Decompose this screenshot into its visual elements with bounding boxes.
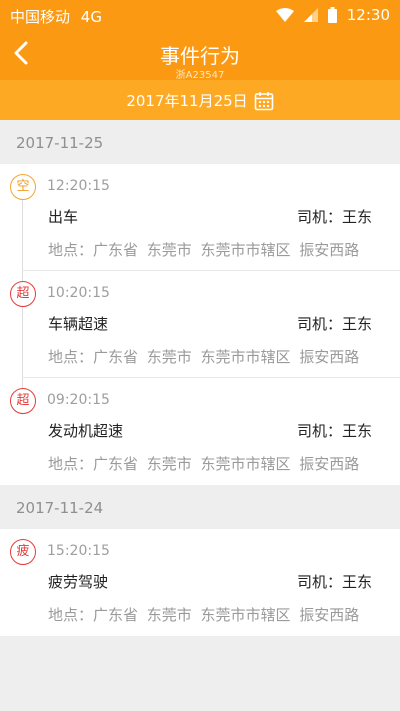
network-label: 4G: [80, 8, 102, 26]
status-left: 中国移动 4G: [10, 6, 102, 27]
battery-icon: [327, 7, 337, 23]
calendar-icon[interactable]: [254, 91, 274, 111]
page-title: 事件行为: [160, 44, 240, 68]
plate-number: 浙A23547: [175, 70, 225, 81]
event-type: 车辆超速: [48, 315, 109, 333]
event-driver: 司机：王东: [296, 208, 372, 226]
event-badge: 超: [10, 388, 36, 414]
clock-label: 12:30: [346, 6, 390, 24]
event-time: 09:20:15: [47, 392, 110, 408]
status-right: 12:30: [275, 6, 390, 24]
wifi-icon: [275, 8, 294, 22]
event-location: 地点：广东省 东莞市 东莞市市辖区 振安西路: [48, 606, 360, 624]
event-time: 15:20:15: [47, 543, 110, 559]
event-time: 12:20:15: [47, 178, 110, 194]
event-driver: 司机：王东: [296, 573, 372, 591]
event-driver: 司机：王东: [296, 315, 372, 333]
event-badge: 空: [10, 174, 36, 200]
event-location: 地点：广东省 东莞市 东莞市市辖区 振安西路: [48, 241, 360, 259]
event-list: 2017-11-25 空 12:20:15 出车 司机：王东 地点：广东省 东莞…: [0, 120, 400, 711]
group-date: 2017-11-24: [0, 485, 400, 529]
event-time: 10:20:15: [47, 285, 110, 301]
signal-icon: [303, 8, 318, 22]
date-selector-content: 2017年11月25日: [0, 90, 400, 111]
event-item[interactable]: 空 12:20:15 出车 司机：王东 地点：广东省 东莞市 东莞市市辖区 振安…: [0, 164, 400, 271]
group-date: 2017-11-25: [0, 120, 400, 164]
event-type: 出车: [48, 208, 79, 226]
date-selector[interactable]: 2017年11月25日: [0, 80, 400, 120]
event-badge: 疲: [10, 539, 36, 565]
selected-date: 2017年11月25日: [126, 92, 248, 110]
event-item[interactable]: 超 10:20:15 车辆超速 司机：王东 地点：广东省 东莞市 东莞市市辖区 …: [0, 271, 400, 378]
event-location: 地点：广东省 东莞市 东莞市市辖区 振安西路: [48, 455, 360, 473]
event-type: 疲劳驾驶: [48, 573, 109, 591]
event-location: 地点：广东省 东莞市 东莞市市辖区 振安西路: [48, 348, 360, 366]
carrier-label: 中国移动: [10, 8, 71, 26]
event-item[interactable]: 疲 15:20:15 疲劳驾驶 司机：王东 地点：广东省 东莞市 东莞市市辖区 …: [0, 529, 400, 636]
event-badge: 超: [10, 281, 36, 307]
event-type: 发动机超速: [48, 422, 124, 440]
event-item[interactable]: 超 09:20:15 发动机超速 司机：王东 地点：广东省 东莞市 东莞市市辖区…: [0, 378, 400, 485]
event-driver: 司机：王东: [296, 422, 372, 440]
status-bar: 中国移动 4G 12:30: [0, 0, 400, 30]
app-header: 事件行为 浙A23547: [0, 30, 400, 81]
